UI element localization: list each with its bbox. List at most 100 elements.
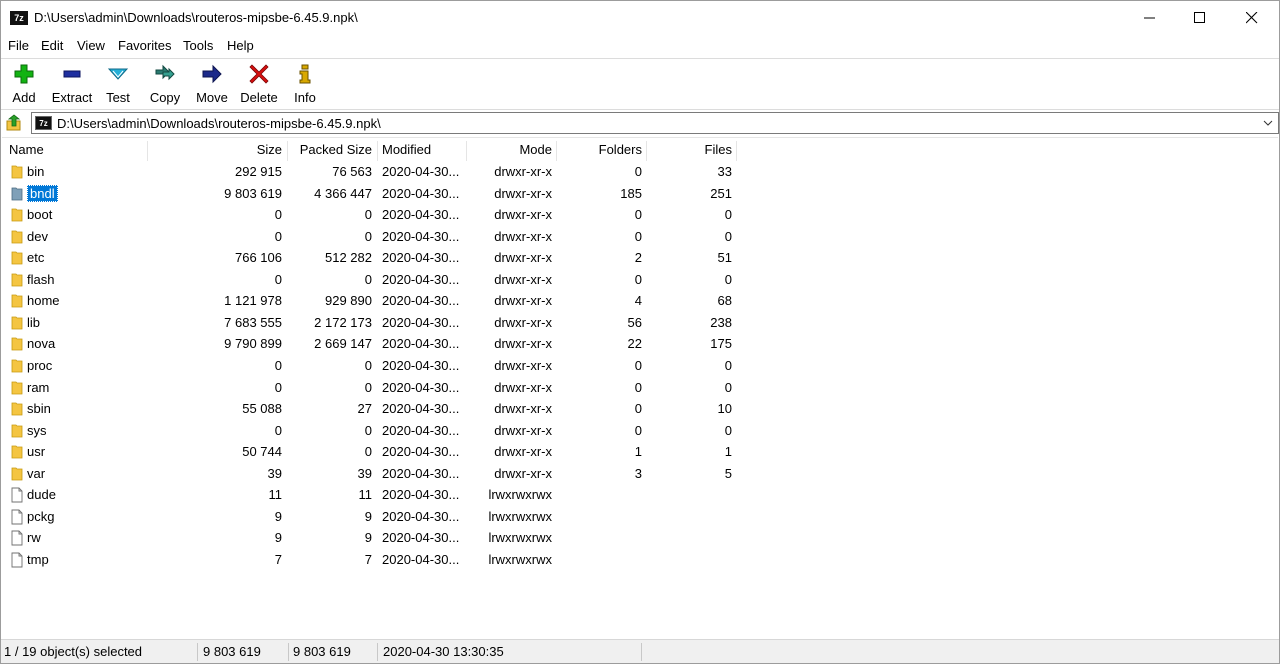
file-list[interactable]: Name Size Packed Size Modified Mode Fold… [2,137,1278,637]
table-row[interactable]: dev 0 0 2020-04-30... drwxr-xr-x 0 0 [2,226,742,248]
menu-tools[interactable]: Tools [183,38,213,53]
column-divider[interactable] [736,141,737,161]
table-row[interactable]: home 1 121 978 929 890 2020-04-30... drwxr-x… [2,290,742,312]
table-row[interactable]: lib 7 683 555 2 172 173 2020-04-30... drwxr-… [2,312,742,334]
menu-view[interactable]: View [77,38,105,53]
status-divider [377,643,378,661]
cell-files: 238 [710,314,732,330]
column-header-modified[interactable]: Modified [382,138,431,162]
cell-mode: lrwxrwxrwx [488,508,552,524]
folder-icon [11,230,23,244]
table-row[interactable]: tmp 7 7 2020-04-30... lrwxrwxrwx [2,549,742,571]
cell-packed-size: 9 [364,530,372,546]
column-divider[interactable] [377,141,378,161]
maximize-button[interactable] [1175,1,1225,35]
menu-help[interactable]: Help [227,38,254,53]
table-row[interactable]: pckg 9 9 2020-04-30... lrwxrwxrwx [2,506,742,528]
cell-size: 39 [267,465,282,481]
cell-files: 10 [717,401,732,417]
cell-modified: 2020-04-30... [382,422,460,438]
table-row[interactable]: flash 0 0 2020-04-30... drwxr-xr-x 0 0 [2,269,742,291]
cell-mode: drwxr-xr-x [494,465,552,481]
cell-packed-size: 2 172 173 [314,314,372,330]
column-divider[interactable] [646,141,647,161]
cell-folders: 0 [634,207,642,223]
cell-folders: 0 [634,164,642,179]
column-header-name[interactable]: Name [9,138,44,162]
move-button[interactable]: Move [193,61,231,107]
cell-packed-size: 0 [364,228,372,244]
column-header-mode[interactable]: Mode [472,138,552,162]
copy-button[interactable]: Copy [145,61,185,107]
folder-up-icon[interactable] [5,114,23,132]
cell-mode: drwxr-xr-x [494,379,552,395]
add-button[interactable]: Add [5,61,43,107]
column-header-packed-size[interactable]: Packed Size [292,138,372,162]
table-row[interactable]: usr 50 744 0 2020-04-30... drwxr-xr-x 1 1 [2,441,742,463]
folder-icon [11,467,23,481]
chevron-down-icon[interactable] [1262,117,1274,129]
menu-edit[interactable]: Edit [41,38,63,53]
folder-icon [11,359,23,373]
cell-mode: drwxr-xr-x [494,185,552,201]
table-row[interactable]: ram 0 0 2020-04-30... drwxr-xr-x 0 0 [2,377,742,399]
table-row[interactable]: bin 292 915 76 563 2020-04-30... drwxr-xr-x 0… [2,161,742,183]
extract-button[interactable]: Extract [49,61,95,107]
table-row[interactable]: boot 0 0 2020-04-30... drwxr-xr-x 0 0 [2,204,742,226]
cell-packed-size: 11 [358,487,373,503]
status-bar: 1 / 19 object(s) selected 9 803 619 9 80… [1,639,1279,663]
selected-item-name[interactable]: bndl [27,184,58,202]
cell-size: 9 [274,530,282,546]
move-label: Move [196,90,228,105]
column-header-size[interactable]: Size [152,138,282,162]
close-button[interactable] [1227,1,1277,35]
cell-packed-size: 929 890 [325,293,372,309]
info-button[interactable]: Info [289,61,321,107]
table-row[interactable]: sys 0 0 2020-04-30... drwxr-xr-x 0 0 [2,420,742,442]
minimize-icon [1144,17,1155,19]
cell-name: pckg [27,508,55,524]
window-title: D:\Users\admin\Downloads\routeros-mipsbe… [34,10,358,25]
cell-name: boot [27,207,53,223]
title-bar[interactable]: 7z D:\Users\admin\Downloads\routeros-mip… [1,1,1279,35]
table-row[interactable]: etc 766 106 512 282 2020-04-30... drwxr-xr-x… [2,247,742,269]
cell-files: 0 [724,357,732,373]
column-divider[interactable] [466,141,467,161]
cell-files: 68 [717,293,732,309]
cell-size: 50 744 [242,444,282,460]
cell-folders: 185 [620,185,642,201]
table-row[interactable]: rw 9 9 2020-04-30... lrwxrwxrwx [2,527,742,549]
minimize-button[interactable] [1125,1,1175,35]
table-row[interactable]: sbin 55 088 27 2020-04-30... drwxr-xr-x 0 10 [2,398,742,420]
file-icon [11,552,23,568]
column-divider[interactable] [556,141,557,161]
table-row[interactable]: nova 9 790 899 2 669 147 2020-04-30... drwxr… [2,333,742,355]
test-button[interactable]: Test [101,61,135,107]
column-divider[interactable] [287,141,288,161]
menu-favorites[interactable]: Favorites [118,38,171,53]
table-row[interactable]: dude 11 11 2020-04-30... lrwxrwxrwx [2,484,742,506]
cell-files: 51 [717,250,732,266]
cell-files: 0 [724,207,732,223]
column-header-folders[interactable]: Folders [562,138,642,162]
address-input[interactable]: 7z D:\Users\admin\Downloads\routeros-mip… [31,112,1279,134]
cell-name: sys [27,422,47,438]
column-header-files[interactable]: Files [652,138,732,162]
cell-modified: 2020-04-30... [382,250,460,266]
cell-files [652,527,732,548]
menu-file[interactable]: File [8,38,29,53]
cell-packed-size: 9 [364,508,372,524]
cell-modified: 2020-04-30... [382,530,460,546]
cell-folders: 0 [634,271,642,287]
table-row[interactable]: bndl 9 803 619 4 366 447 2020-04-30... drwxr… [2,183,742,205]
status-selection: 1 / 19 object(s) selected [4,644,143,659]
column-divider[interactable] [147,141,148,161]
folder-icon [11,402,23,416]
x-icon [249,64,269,84]
plus-icon [14,64,34,84]
table-row[interactable]: proc 0 0 2020-04-30... drwxr-xr-x 0 0 [2,355,742,377]
delete-button[interactable]: Delete [237,61,281,107]
cell-modified: 2020-04-30... [382,465,460,481]
cell-folders: 0 [634,357,642,373]
table-row[interactable]: var 39 39 2020-04-30... drwxr-xr-x 3 5 [2,463,742,485]
